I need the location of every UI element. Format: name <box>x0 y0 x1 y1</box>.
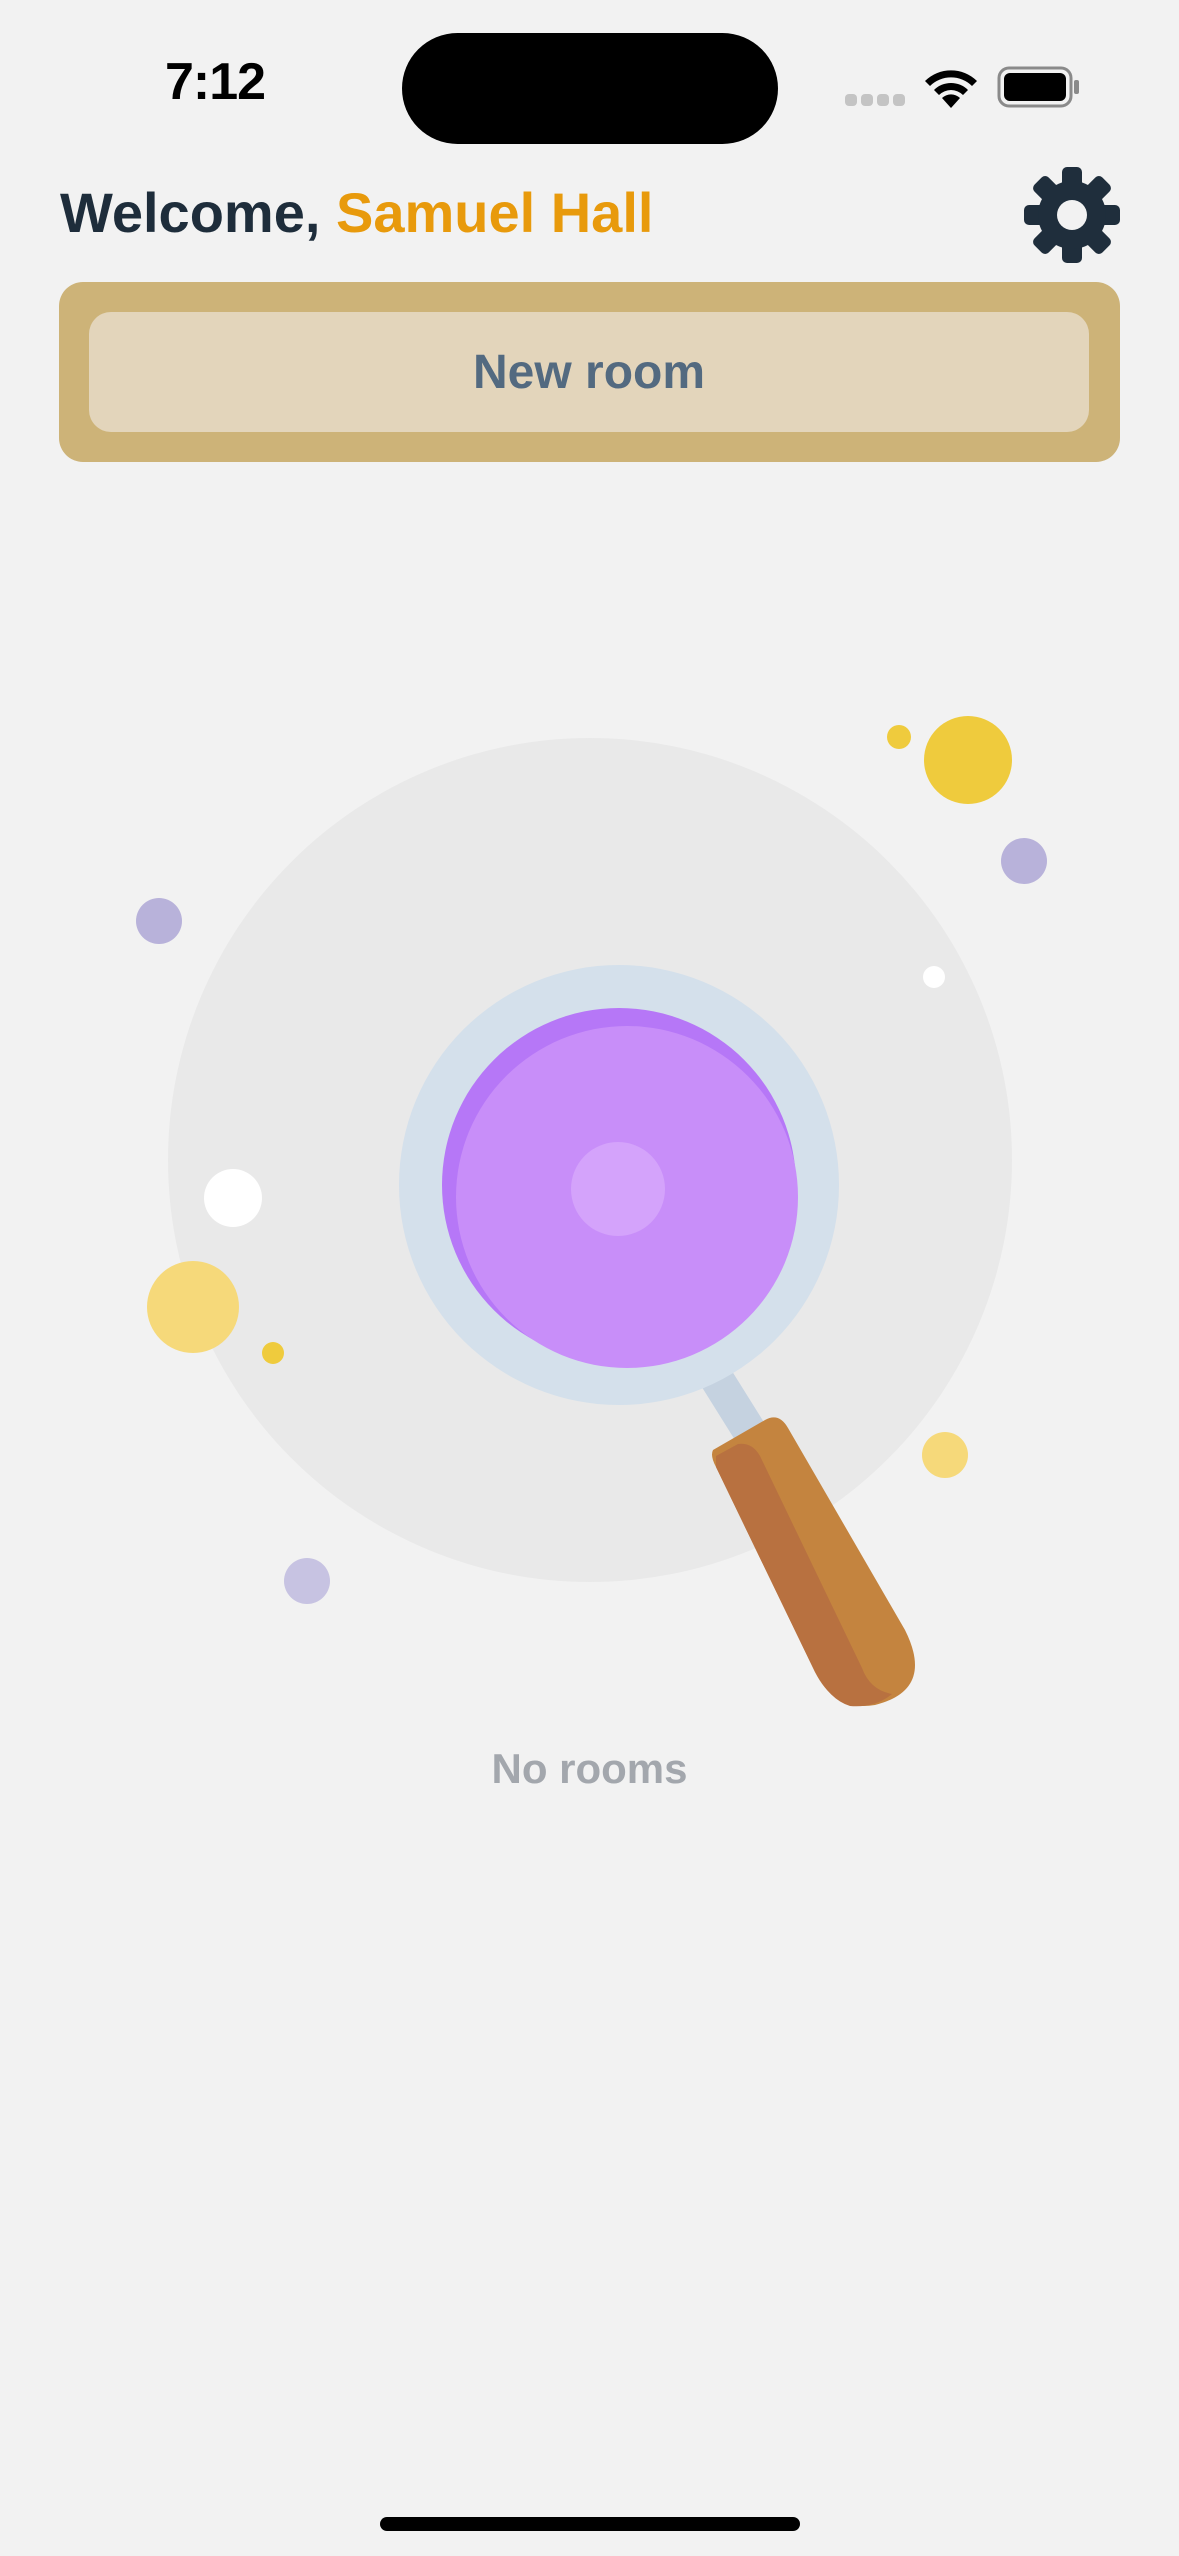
decor-dot <box>924 716 1012 804</box>
wifi-icon <box>925 70 977 108</box>
settings-button[interactable] <box>1022 165 1122 265</box>
magnifying-glass-illustration <box>136 716 1047 1707</box>
decor-dot <box>136 898 182 944</box>
decor-dot <box>922 1432 968 1478</box>
user-name: Samuel Hall <box>335 181 654 244</box>
cellular-signal-icon <box>845 94 907 108</box>
new-room-card: New room <box>59 282 1120 462</box>
dynamic-island <box>402 33 778 144</box>
decor-dot <box>284 1558 330 1604</box>
battery-icon <box>997 66 1079 108</box>
welcome-heading: Welcome, Samuel Hall <box>60 173 653 253</box>
welcome-greeting: Welcome, <box>60 181 321 244</box>
home-indicator[interactable] <box>380 2517 800 2531</box>
empty-state-message: No rooms <box>491 1745 688 1792</box>
gear-icon <box>1024 167 1120 263</box>
new-room-button[interactable]: New room <box>89 312 1089 432</box>
decor-dot <box>204 1169 262 1227</box>
status-time: 7:12 <box>164 53 266 111</box>
decor-dot <box>262 1342 284 1364</box>
status-bar: 7:12 <box>0 0 1179 170</box>
decor-dot <box>887 725 911 749</box>
decor-dot <box>1001 838 1047 884</box>
decor-dot <box>923 966 945 988</box>
decor-dot <box>147 1261 239 1353</box>
header: Welcome, Samuel Hall <box>60 165 1120 285</box>
